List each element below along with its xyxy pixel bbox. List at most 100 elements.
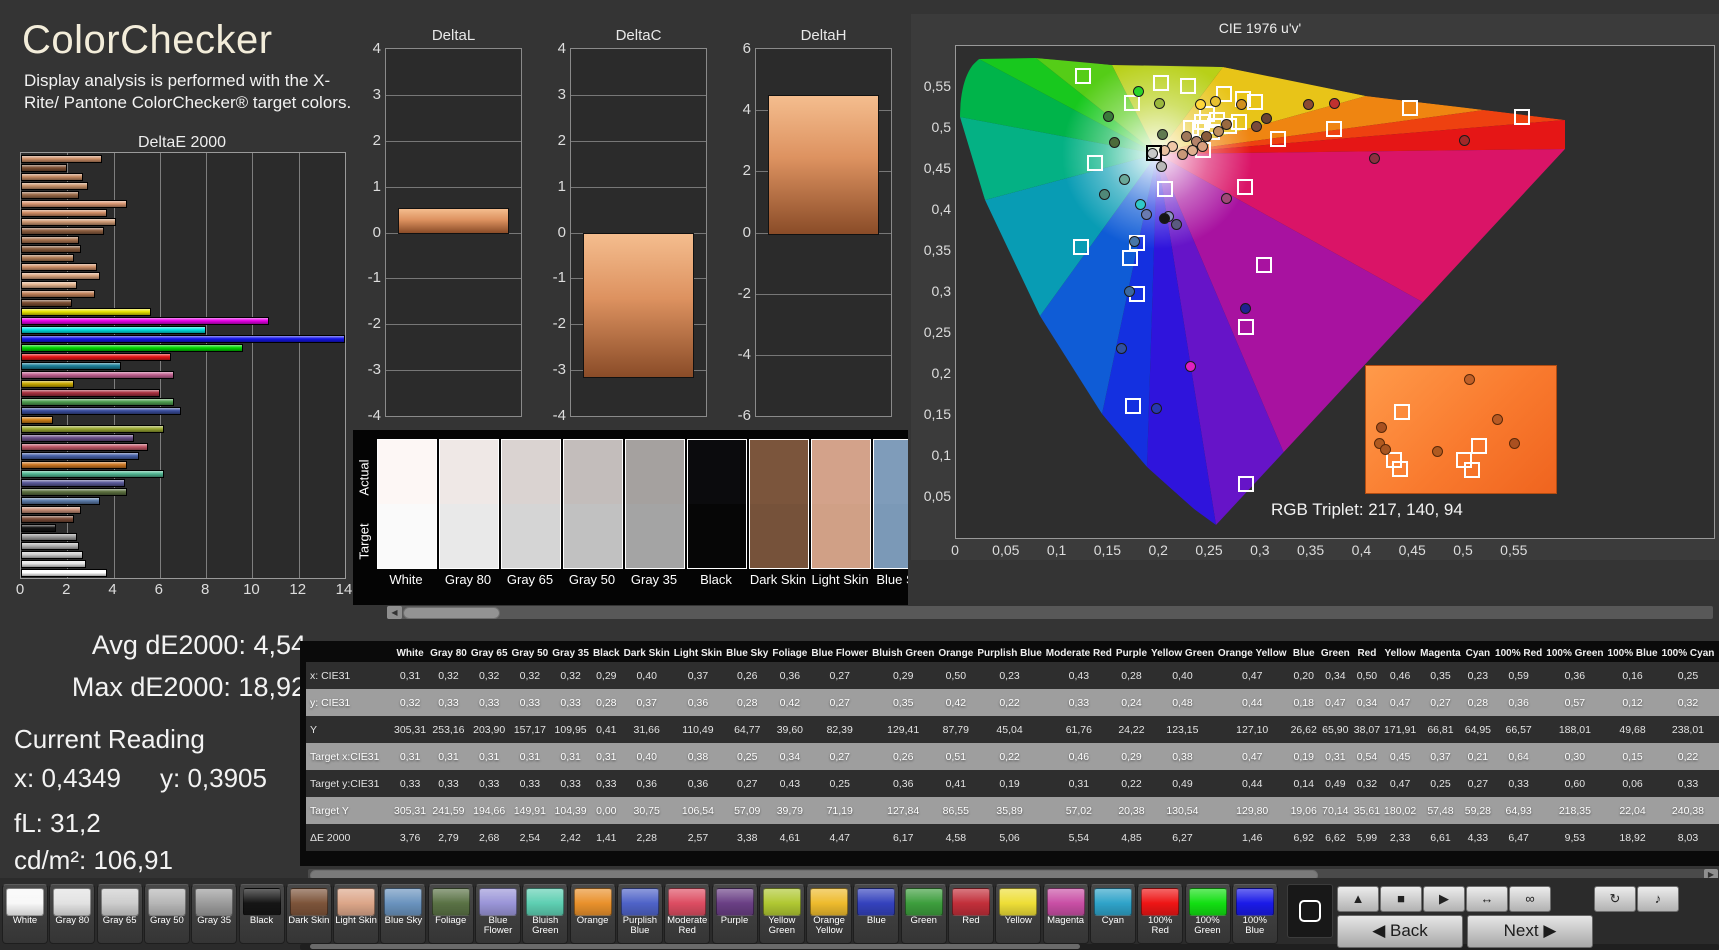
- swatch-target-half: [440, 504, 498, 568]
- patch-button-gray-50[interactable]: Gray 50: [143, 884, 190, 944]
- delta-chart-gridline: [756, 354, 891, 356]
- delta-chart-tick-label: -2: [737, 284, 751, 302]
- patch-button-gray-65[interactable]: Gray 65: [96, 884, 143, 944]
- patch-button-blue-flower[interactable]: Blue Flower: [475, 884, 521, 944]
- table-cell: 0,47: [1215, 662, 1289, 689]
- table-column-header: Gray 80: [428, 645, 469, 662]
- patch-button-light-skin[interactable]: Light Skin: [333, 884, 380, 944]
- cie-x-tick-label: 0,25: [1195, 542, 1223, 558]
- table-cell: 0,35: [870, 689, 937, 716]
- patch-color-swatch: [195, 888, 234, 916]
- eject-button[interactable]: ▲: [1337, 886, 1379, 912]
- loop-button[interactable]: ∞: [1509, 886, 1551, 912]
- patch-button-yellow-green[interactable]: Yellow Green: [758, 884, 805, 944]
- table-cell: 4,47: [809, 824, 871, 851]
- patch-color-swatch: [904, 888, 943, 916]
- menu-button[interactable]: [1287, 884, 1333, 938]
- back-button[interactable]: ◀ Back: [1337, 915, 1463, 948]
- table-cell: 0,31: [468, 743, 510, 770]
- table-cell: 0,48: [1149, 689, 1216, 716]
- table-column-header: Gray 65: [468, 645, 510, 662]
- patch-button-100-green[interactable]: 100% Green: [1184, 884, 1231, 944]
- patch-button-bluish-green[interactable]: Bluish Green: [522, 884, 569, 944]
- table-cell: 0,36: [671, 770, 725, 797]
- patch-button-purplish-blue[interactable]: Purplish Blue: [616, 884, 663, 944]
- table-cell: 0,27: [1462, 770, 1494, 797]
- patch-button-purple[interactable]: Purple: [711, 884, 758, 944]
- next-button[interactable]: Next ▶: [1467, 915, 1593, 948]
- cie-inset-target-square: [1394, 404, 1410, 420]
- patch-button-orange[interactable]: Orange: [569, 884, 616, 944]
- patch-color-swatch: [999, 888, 1038, 916]
- patch-button-red[interactable]: Red: [948, 884, 994, 944]
- sound-button[interactable]: ♪: [1637, 886, 1679, 912]
- table-cell: 0,12: [1605, 689, 1660, 716]
- swatch-target-half: [750, 504, 808, 568]
- table-cell: 110,49: [671, 716, 725, 743]
- cie-inset-measured-dot: [1492, 414, 1503, 425]
- swatch-scrollbar-left-arrow[interactable]: ◀: [387, 606, 402, 619]
- patch-button-100-red[interactable]: 100% Red: [1137, 884, 1184, 944]
- play-icon: ▶: [1439, 891, 1449, 906]
- patch-button-white[interactable]: White: [2, 884, 48, 944]
- target-row-label: Target: [356, 523, 372, 560]
- patch-button-green[interactable]: Green: [900, 884, 947, 944]
- table-cell: 0,49: [1318, 770, 1352, 797]
- table-cell: 82,39: [809, 716, 871, 743]
- cie-y-tick-label: 0,05: [923, 488, 951, 504]
- patch-button-magenta[interactable]: Magenta: [1042, 884, 1089, 944]
- table-cell: 0,31: [590, 743, 622, 770]
- table-column-header: 100% Red: [1493, 645, 1545, 662]
- patch-button-blue[interactable]: Blue: [853, 884, 900, 944]
- patch-button-foliage[interactable]: Foliage: [427, 884, 474, 944]
- table-cell: 61,76: [1043, 716, 1114, 743]
- patch-button-orange-yellow[interactable]: Orange Yellow: [806, 884, 853, 944]
- deltae-bar: [21, 524, 56, 532]
- actual-row-label: Actual: [356, 459, 372, 496]
- table-cell: 129,41: [870, 716, 937, 743]
- patch-button-blue-sky[interactable]: Blue Sky: [380, 884, 427, 944]
- delta-chart-tick-label: -2: [367, 315, 381, 333]
- delta-chart-tick-label: 2: [372, 131, 381, 149]
- patch-strip-scrollbar-thumb[interactable]: [310, 944, 1080, 949]
- table-column-header: Foliage: [770, 645, 810, 662]
- patch-button-label: Cyan: [1101, 915, 1124, 926]
- patch-button-gray-35[interactable]: Gray 35: [191, 884, 238, 944]
- play-button[interactable]: ▶: [1423, 886, 1465, 912]
- table-cell: 0,50: [936, 662, 976, 689]
- table-cell: 0,36: [1493, 689, 1545, 716]
- patch-button-yellow[interactable]: Yellow: [995, 884, 1042, 944]
- cie-inset-measured-dot: [1376, 422, 1387, 433]
- current-reading-fl: fL: 31,2: [14, 808, 101, 838]
- patch-button-gray-80[interactable]: Gray 80: [49, 884, 96, 944]
- patch-button-100-blue[interactable]: 100% Blue: [1231, 884, 1278, 944]
- swatch-scrollbar-thumb[interactable]: [403, 607, 500, 619]
- eject-icon: ▲: [1351, 891, 1365, 906]
- table-cell: 0,14: [1288, 770, 1319, 797]
- table-cell: 0,33: [428, 689, 469, 716]
- cie-inset-target-square: [1392, 461, 1408, 477]
- table-column-header: Bluish Green: [870, 645, 937, 662]
- swatch-patch: [873, 439, 908, 569]
- table-cell: 31,66: [621, 716, 672, 743]
- table-cell: 0,42: [936, 689, 976, 716]
- delta-chart-bar: [398, 208, 509, 235]
- stop-button[interactable]: ■: [1380, 886, 1422, 912]
- deltae-bar: [21, 344, 244, 352]
- table-cell: 0,00: [590, 797, 622, 824]
- patch-button-cyan[interactable]: Cyan: [1089, 884, 1136, 944]
- refresh-button[interactable]: ↻: [1594, 886, 1636, 912]
- table-cell: 0,19: [975, 770, 1044, 797]
- table-cell: 38,07: [1351, 716, 1383, 743]
- current-reading-title: Current Reading: [14, 724, 205, 754]
- max-de2000-stat: Max dE2000: 18,92: [71, 672, 306, 702]
- patch-button-black[interactable]: Black: [238, 884, 285, 944]
- table-column-header: Cyan: [1462, 645, 1494, 662]
- patch-button-dark-skin[interactable]: Dark Skin: [285, 884, 332, 944]
- table-cell: 0,22: [1659, 743, 1717, 770]
- step-button[interactable]: ↔: [1466, 886, 1508, 912]
- table-cell: 0,36: [1544, 662, 1606, 689]
- patch-button-moderate-red[interactable]: Moderate Red: [664, 884, 711, 944]
- swatch-scrollbar[interactable]: ◀: [387, 606, 1713, 619]
- table-cell: 26,62: [1288, 716, 1319, 743]
